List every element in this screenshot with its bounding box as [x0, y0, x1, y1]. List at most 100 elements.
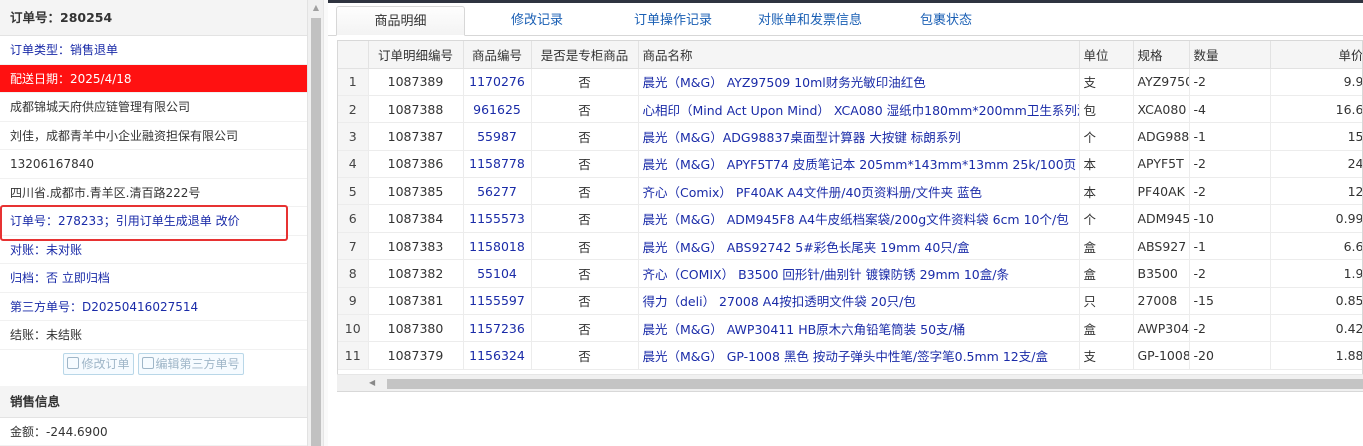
cell-product-id[interactable]: 1158778	[463, 150, 532, 179]
header-unit-price[interactable]: 单价	[1270, 41, 1362, 69]
delivery-address: 四川省.成都市.青羊区.清百路222号	[0, 179, 307, 207]
edit-third-party-button[interactable]: 编辑第三方单号	[137, 352, 244, 375]
table-row[interactable]: 5 1087385 56277 否齐心（Comix） PF40AK A4文件册/40页…	[338, 177, 1362, 206]
sales-info-header: 销售信息	[0, 385, 307, 418]
cell-row-number: 1	[338, 68, 369, 96]
cell-spec: ADG988	[1133, 122, 1190, 151]
cell-product-name[interactable]: 心相印（Mind Act Upon Mind） XCA080 湿纸巾180mm*…	[638, 95, 1080, 124]
cell-unit: 盒	[1079, 259, 1134, 288]
cell-detail-id: 1087389	[368, 68, 464, 96]
cell-spec: PF40AK	[1133, 177, 1190, 206]
left-panel-scrollbar[interactable]: ▲	[307, 0, 323, 446]
scrollbar-thumb[interactable]	[311, 18, 321, 446]
cell-unit: 个	[1079, 122, 1134, 151]
archive-status[interactable]: 归档：否 立即归档	[0, 264, 307, 293]
header-quantity[interactable]: 数量	[1189, 41, 1271, 69]
cell-product-id[interactable]: 1170276	[463, 68, 532, 96]
header-detail-id[interactable]: 订单明细编号	[368, 41, 464, 69]
table-row[interactable]: 10 1087380 1157236 否晨光（M&G） AWP30411 HB原木六角…	[338, 314, 1362, 343]
cell-detail-id: 1087379	[368, 341, 464, 370]
table-row[interactable]: 1 1087389 1170276 否晨光（M&G） AYZ97509 10ml财务光…	[338, 68, 1362, 96]
cell-counter-flag: 否	[531, 259, 639, 288]
table-row[interactable]: 4 1087386 1158778 否晨光（M&G） APYF5T74 皮质笔记本 2…	[338, 150, 1362, 179]
cell-product-name[interactable]: 晨光（M&G） ABS92742 5#彩色长尾夹 19mm 40只/盒	[638, 232, 1080, 261]
cell-counter-flag: 否	[531, 287, 639, 316]
cell-product-id[interactable]: 1155597	[463, 287, 532, 316]
highlight-box	[0, 205, 288, 241]
header-product-id[interactable]: 商品编号	[463, 41, 532, 69]
cell-product-name[interactable]: 齐心（COMIX） B3500 回形针/曲别针 镀镍防锈 29mm 10盒/条	[638, 259, 1080, 288]
cell-quantity: -2	[1189, 150, 1271, 179]
cell-product-id[interactable]: 56277	[463, 177, 532, 206]
cell-unit: 盒	[1079, 314, 1134, 343]
cell-spec: GP-1008	[1133, 341, 1190, 370]
cell-product-name[interactable]: 晨光（M&G） APYF5T74 皮质笔记本 205mm*143mm*13mm …	[638, 150, 1080, 179]
header-counter-flag[interactable]: 是否是专柜商品	[531, 41, 639, 69]
horizontal-scrollbar-thumb[interactable]	[387, 379, 1363, 389]
cell-unit-price: 6.6	[1270, 232, 1362, 261]
cell-row-number: 8	[338, 259, 369, 288]
cell-counter-flag: 否	[531, 122, 639, 151]
company-name: 成都锦城天府供应链管理有限公司	[0, 93, 307, 122]
cell-product-id[interactable]: 55104	[463, 259, 532, 288]
tab-order-operation-log[interactable]: 订单操作记录	[610, 6, 736, 36]
tab-edit-history[interactable]: 修改记录	[478, 6, 596, 36]
cell-product-id[interactable]: 55987	[463, 122, 532, 151]
settle-status: 结账：未结账	[0, 321, 307, 350]
edit-third-party-label: 编辑第三方单号	[155, 356, 240, 371]
cell-product-id[interactable]: 1157236	[463, 314, 532, 343]
header-product-name[interactable]: 商品名称	[638, 41, 1080, 69]
table-row[interactable]: 8 1087382 55104 否齐心（COMIX） B3500 回形针/曲别针 镀镍…	[338, 259, 1362, 288]
table-row[interactable]: 9 1087381 1155597 否得力（deli） 27008 A4按扣透明文件袋…	[338, 287, 1362, 316]
edit-order-label: 修改订单	[81, 356, 130, 371]
cell-product-name[interactable]: 晨光（M&G）ADG98837桌面型计算器 大按键 标朗系列	[638, 122, 1080, 151]
cell-product-id[interactable]: 1156324	[463, 341, 532, 370]
cell-row-number: 4	[338, 150, 369, 179]
tab-package-status[interactable]: 包裹状态	[900, 6, 992, 36]
detail-panel: 商品明细 修改记录 订单操作记录 对账单和发票信息 包裹状态 订单明细编号 商品…	[328, 0, 1363, 446]
cell-unit: 盒	[1079, 232, 1134, 261]
cell-quantity: -2	[1189, 68, 1271, 96]
cell-quantity: -2	[1189, 177, 1271, 206]
order-type: 订单类型：销售退单	[0, 36, 307, 65]
sales-amount: 金额：-244.6900	[0, 418, 307, 446]
cell-product-id[interactable]: 961625	[463, 95, 532, 124]
table-row[interactable]: 2 1087388 961625 否心相印（Mind Act Upon Mind） X…	[338, 95, 1362, 124]
cell-unit: 本	[1079, 177, 1134, 206]
cell-row-number: 7	[338, 232, 369, 261]
table-row[interactable]: 11 1087379 1156324 否晨光（M&G） GP-1008 黑色 按动子弹…	[338, 341, 1362, 370]
cell-quantity: -1	[1189, 122, 1271, 151]
cell-product-name[interactable]: 晨光（M&G） ADM945F8 A4牛皮纸档案袋/200g文件资料袋 6cm …	[638, 204, 1080, 233]
cell-counter-flag: 否	[531, 314, 639, 343]
cell-unit-price: 15	[1270, 122, 1362, 151]
cell-spec: 27008	[1133, 287, 1190, 316]
cell-product-name[interactable]: 得力（deli） 27008 A4按扣透明文件袋 20只/包	[638, 287, 1080, 316]
cell-row-number: 10	[338, 314, 369, 343]
cell-unit-price: 9.9	[1270, 68, 1362, 96]
cell-quantity: -20	[1189, 341, 1271, 370]
cell-product-name[interactable]: 晨光（M&G） AWP30411 HB原木六角铅笔筒装 50支/桶	[638, 314, 1080, 343]
tab-statement-invoice[interactable]: 对账单和发票信息	[746, 6, 874, 36]
header-unit[interactable]: 单位	[1079, 41, 1134, 69]
cell-product-name[interactable]: 晨光（M&G） AYZ97509 10ml财务光敏印油红色	[638, 68, 1080, 96]
scroll-left-arrow-icon[interactable]: ◀	[369, 378, 375, 387]
table-row[interactable]: 7 1087383 1158018 否晨光（M&G） ABS92742 5#彩色长尾夹…	[338, 232, 1362, 261]
contact-person: 刘佳，成都青羊中小企业融资担保有限公司	[0, 122, 307, 150]
tab-product-details[interactable]: 商品明细	[336, 6, 465, 36]
cell-product-name[interactable]: 齐心（Comix） PF40AK A4文件册/40页资料册/文件夹 蓝色	[638, 177, 1080, 206]
cell-quantity: -2	[1189, 314, 1271, 343]
cell-product-id[interactable]: 1158018	[463, 232, 532, 261]
horizontal-scrollbar[interactable]: ◀	[337, 374, 1363, 391]
cell-counter-flag: 否	[531, 150, 639, 179]
cell-spec: ADM945	[1133, 204, 1190, 233]
cell-quantity: -10	[1189, 204, 1271, 233]
table-row[interactable]: 3 1087387 55987 否晨光（M&G）ADG98837桌面型计算器 大按键 …	[338, 122, 1362, 151]
header-spec[interactable]: 规格	[1133, 41, 1190, 69]
cell-product-id[interactable]: 1155573	[463, 204, 532, 233]
scroll-up-arrow-icon[interactable]: ▲	[308, 0, 324, 16]
cell-product-name[interactable]: 晨光（M&G） GP-1008 黑色 按动子弹头中性笔/签字笔0.5mm 12支…	[638, 341, 1080, 370]
edit-order-button[interactable]: 修改订单	[63, 352, 134, 375]
table-row[interactable]: 6 1087384 1155573 否晨光（M&G） ADM945F8 A4牛皮纸档案…	[338, 204, 1362, 233]
cell-unit-price: 12	[1270, 177, 1362, 206]
order-number-header: 订单号：280254	[0, 0, 307, 36]
